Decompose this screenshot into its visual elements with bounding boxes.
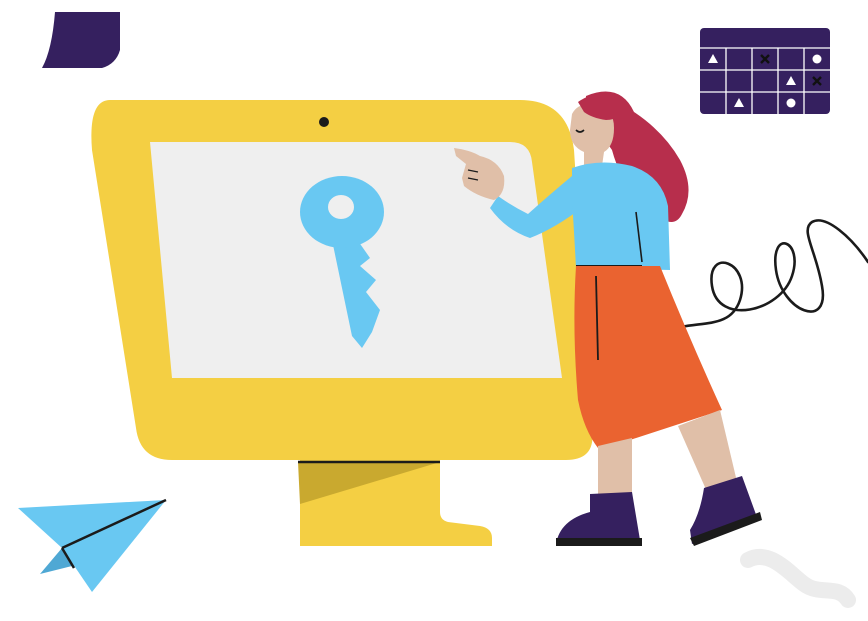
calendar-background — [700, 28, 830, 114]
webcam-icon — [319, 117, 329, 127]
left-leg — [598, 438, 632, 500]
monitor-stand — [298, 455, 492, 546]
folded-corner-shape — [42, 12, 120, 68]
calendar-circle-mark — [812, 54, 822, 64]
paper-plane-icon — [18, 498, 167, 592]
scribble-line — [666, 219, 868, 332]
calendar-grid-icon — [700, 28, 830, 114]
security-illustration — [18, 12, 868, 608]
illustration-stage — [0, 0, 868, 621]
faint-wave — [740, 549, 856, 608]
calendar-circle-mark — [786, 98, 796, 108]
left-shoe — [556, 492, 640, 544]
